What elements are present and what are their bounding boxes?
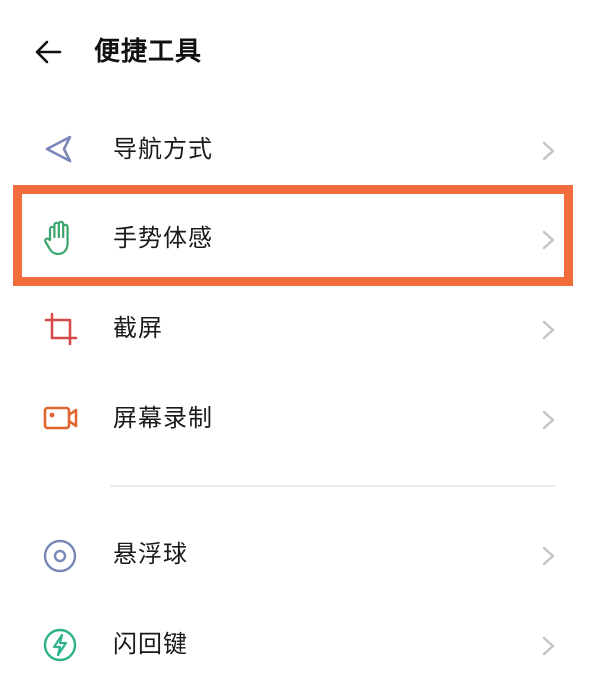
list-item-label: 导航方式 [113, 135, 213, 163]
section-divider [110, 485, 556, 487]
chevron-right-icon [542, 141, 555, 161]
flash-key-icon [43, 628, 77, 662]
list-item-label: 截屏 [113, 314, 163, 342]
video-camera-icon [43, 406, 78, 430]
list-item-label: 屏幕录制 [113, 404, 213, 432]
crop-icon [44, 312, 78, 346]
list-item-screenshot[interactable]: 截屏 [0, 283, 590, 373]
back-arrow-icon[interactable] [30, 34, 66, 70]
hand-gesture-icon [44, 220, 69, 256]
list-item-screen-recording[interactable]: 屏幕录制 [0, 373, 590, 463]
list-item-gesture-motion[interactable]: 手势体感 [0, 193, 590, 283]
header: 便捷工具 [0, 0, 590, 100]
chevron-right-icon [542, 410, 555, 430]
list-item-floating-ball[interactable]: 悬浮球 [0, 509, 590, 599]
list-item-label: 悬浮球 [113, 540, 188, 568]
chevron-right-icon [542, 230, 555, 250]
chevron-right-icon [542, 546, 555, 566]
list-item-label: 手势体感 [113, 224, 213, 252]
chevron-right-icon [542, 636, 555, 656]
navigation-arrow-icon [45, 135, 72, 163]
floating-ball-icon [43, 539, 77, 573]
page-title: 便捷工具 [94, 37, 203, 67]
list-item-label: 闪回键 [113, 630, 188, 658]
list-item-navigation-mode[interactable]: 导航方式 [0, 104, 590, 194]
chevron-right-icon [542, 320, 555, 340]
list-item-flash-key[interactable]: 闪回键 [0, 599, 590, 689]
